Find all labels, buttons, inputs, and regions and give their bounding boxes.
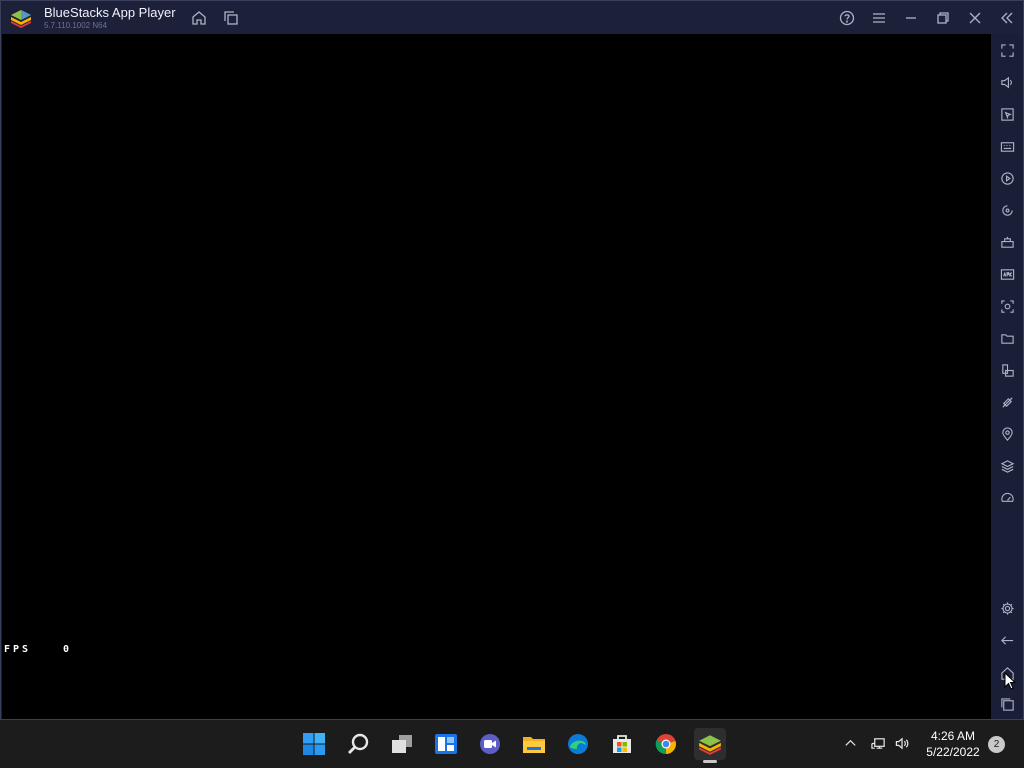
help-icon[interactable] xyxy=(836,7,858,29)
eco-mode-icon[interactable] xyxy=(998,393,1016,411)
file-explorer-icon[interactable] xyxy=(518,728,550,760)
fullscreen-icon[interactable] xyxy=(998,41,1016,59)
android-screen[interactable]: FPS 0 xyxy=(2,34,991,719)
multi-instance-icon[interactable] xyxy=(998,361,1016,379)
chrome-icon[interactable] xyxy=(650,728,682,760)
macro-record-icon[interactable] xyxy=(998,169,1016,187)
multi-instance-icon[interactable] xyxy=(220,7,242,29)
title-bar: BlueStacks App Player 5.7.110.1002 N64 xyxy=(1,1,1023,34)
store-icon[interactable] xyxy=(606,728,638,760)
notification-badge[interactable]: 2 xyxy=(988,736,1005,753)
speed-icon[interactable] xyxy=(998,489,1016,507)
fps-value: 0 xyxy=(63,644,70,655)
volume-tray-icon[interactable] xyxy=(893,734,911,752)
task-view-icon[interactable] xyxy=(386,728,418,760)
windows-start-icon[interactable] xyxy=(298,728,330,760)
game-controls-icon[interactable] xyxy=(998,233,1016,251)
network-icon[interactable] xyxy=(869,734,887,752)
bluestacks-window: BlueStacks App Player 5.7.110.1002 N64 F… xyxy=(0,0,1024,720)
bluestacks-logo-icon xyxy=(11,10,31,28)
recent-apps-icon[interactable] xyxy=(998,695,1016,713)
show-hidden-icons-icon[interactable] xyxy=(841,734,859,752)
home-icon[interactable] xyxy=(188,7,210,29)
app-version: 5.7.110.1002 N64 xyxy=(44,21,108,30)
layers-icon[interactable] xyxy=(998,457,1016,475)
pointer-icon[interactable] xyxy=(998,105,1016,123)
bluestacks-icon[interactable] xyxy=(694,728,726,763)
rotate-icon[interactable] xyxy=(998,201,1016,219)
back-icon[interactable] xyxy=(998,631,1016,649)
collapse-sidebar-icon[interactable] xyxy=(996,7,1018,29)
close-icon[interactable] xyxy=(964,7,986,29)
edge-icon[interactable] xyxy=(562,728,594,760)
app-title: BlueStacks App Player xyxy=(44,5,176,20)
location-icon[interactable] xyxy=(998,425,1016,443)
search-icon[interactable] xyxy=(342,728,374,760)
right-toolbar xyxy=(991,34,1023,719)
mouse-cursor-icon xyxy=(1004,672,1016,690)
minimize-icon[interactable] xyxy=(900,7,922,29)
menu-icon[interactable] xyxy=(868,7,890,29)
apk-install-icon[interactable] xyxy=(998,265,1016,283)
volume-icon[interactable] xyxy=(998,73,1016,91)
active-app-indicator xyxy=(703,760,717,763)
teams-chat-icon[interactable] xyxy=(474,728,506,760)
clock-time: 4:26 AM xyxy=(930,729,976,743)
restore-icon[interactable] xyxy=(932,7,954,29)
settings-icon[interactable] xyxy=(998,599,1016,617)
screenshot-icon[interactable] xyxy=(998,297,1016,315)
folder-icon[interactable] xyxy=(998,329,1016,347)
keyboard-icon[interactable] xyxy=(998,137,1016,155)
fps-label: FPS xyxy=(4,644,32,655)
clock-date: 5/22/2022 xyxy=(926,745,980,759)
widgets-icon[interactable] xyxy=(430,728,462,760)
system-clock[interactable]: 4:26 AM 5/22/2022 xyxy=(918,728,988,760)
